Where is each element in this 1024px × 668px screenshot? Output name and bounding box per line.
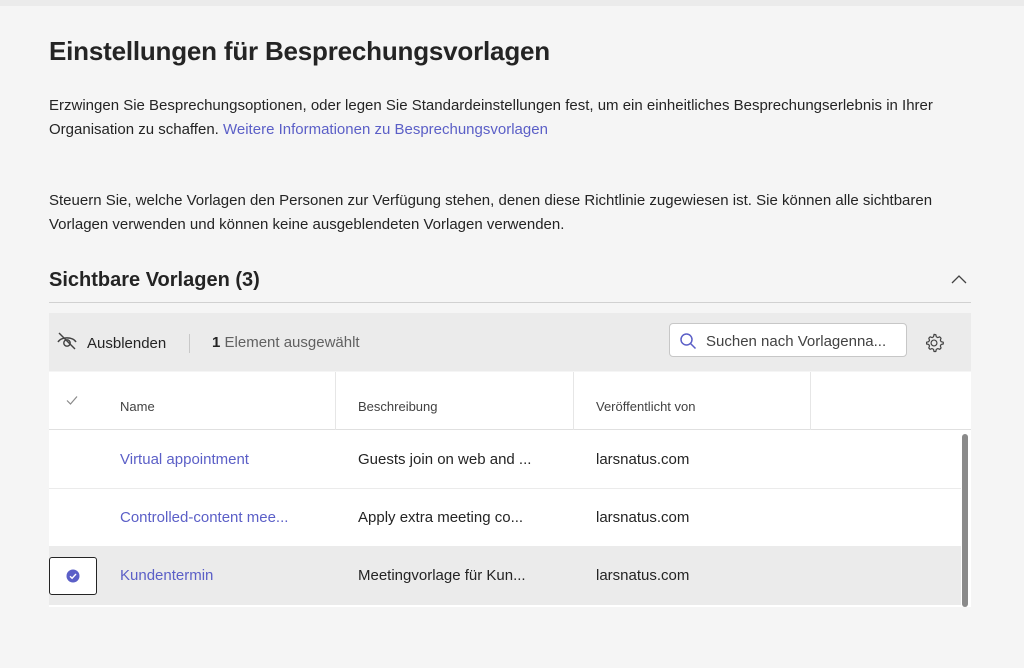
template-name-link[interactable]: Kundentermin (120, 547, 325, 605)
column-header-description[interactable]: Beschreibung (358, 372, 438, 430)
template-name-link[interactable]: Virtual appointment (120, 431, 325, 489)
chevron-up-icon[interactable] (949, 270, 969, 290)
table-row[interactable]: Virtual appointment Guests join on web a… (49, 431, 961, 489)
search-input[interactable] (706, 330, 902, 352)
search-box[interactable] (669, 323, 907, 357)
column-divider (810, 372, 811, 430)
table-toolbar: Ausblenden 1 Element ausgewählt (49, 313, 971, 371)
hide-button[interactable]: Ausblenden (56, 332, 166, 354)
template-publisher: larsnatus.com (596, 567, 690, 584)
learn-more-link[interactable]: Weitere Informationen zu Besprechungsvor… (223, 121, 548, 138)
page-title: Einstellungen für Besprechungsvorlagen (49, 36, 550, 66)
row-checkbox[interactable] (49, 557, 97, 595)
select-all-checkmark-icon[interactable] (65, 393, 79, 407)
template-publisher: larsnatus.com (596, 509, 690, 526)
top-strip (0, 0, 1024, 6)
eye-off-icon (56, 330, 78, 357)
column-divider (335, 372, 336, 430)
template-publisher: larsnatus.com (596, 451, 690, 468)
visible-templates-header: Sichtbare Vorlagen (3) (49, 264, 971, 303)
vertical-scrollbar[interactable] (962, 434, 968, 607)
template-name-link[interactable]: Controlled-content mee... (120, 489, 325, 547)
selected-text: Element ausgewählt (224, 334, 360, 351)
toolbar-divider (189, 334, 190, 353)
template-description: Apply extra meeting co... (358, 509, 524, 526)
intro-paragraph: Erzwingen Sie Besprechungsoptionen, oder… (49, 94, 971, 142)
column-header-publisher[interactable]: Veröffentlicht von (596, 372, 696, 430)
template-description: Guests join on web and ... (358, 451, 532, 468)
table-header: Name Beschreibung Veröffentlicht von (49, 372, 971, 430)
templates-table: Name Beschreibung Veröffentlicht von Vir… (49, 372, 971, 607)
visibility-description: Steuern Sie, welche Vorlagen den Persone… (49, 192, 933, 233)
column-header-name[interactable]: Name (120, 372, 155, 430)
selection-status: 1 Element ausgewählt (212, 334, 360, 351)
template-description: Meetingvorlage für Kun... (358, 567, 526, 584)
selected-count: 1 (212, 334, 221, 351)
section-title: Sichtbare Vorlagen (3) (49, 269, 260, 291)
gear-icon[interactable] (923, 332, 945, 354)
table-row[interactable]: Controlled-content mee... Apply extra me… (49, 489, 961, 547)
column-divider (573, 372, 574, 430)
hide-label: Ausblenden (87, 334, 167, 352)
table-row-selected[interactable]: Kundentermin Meetingvorlage für Kun... l… (49, 547, 961, 605)
